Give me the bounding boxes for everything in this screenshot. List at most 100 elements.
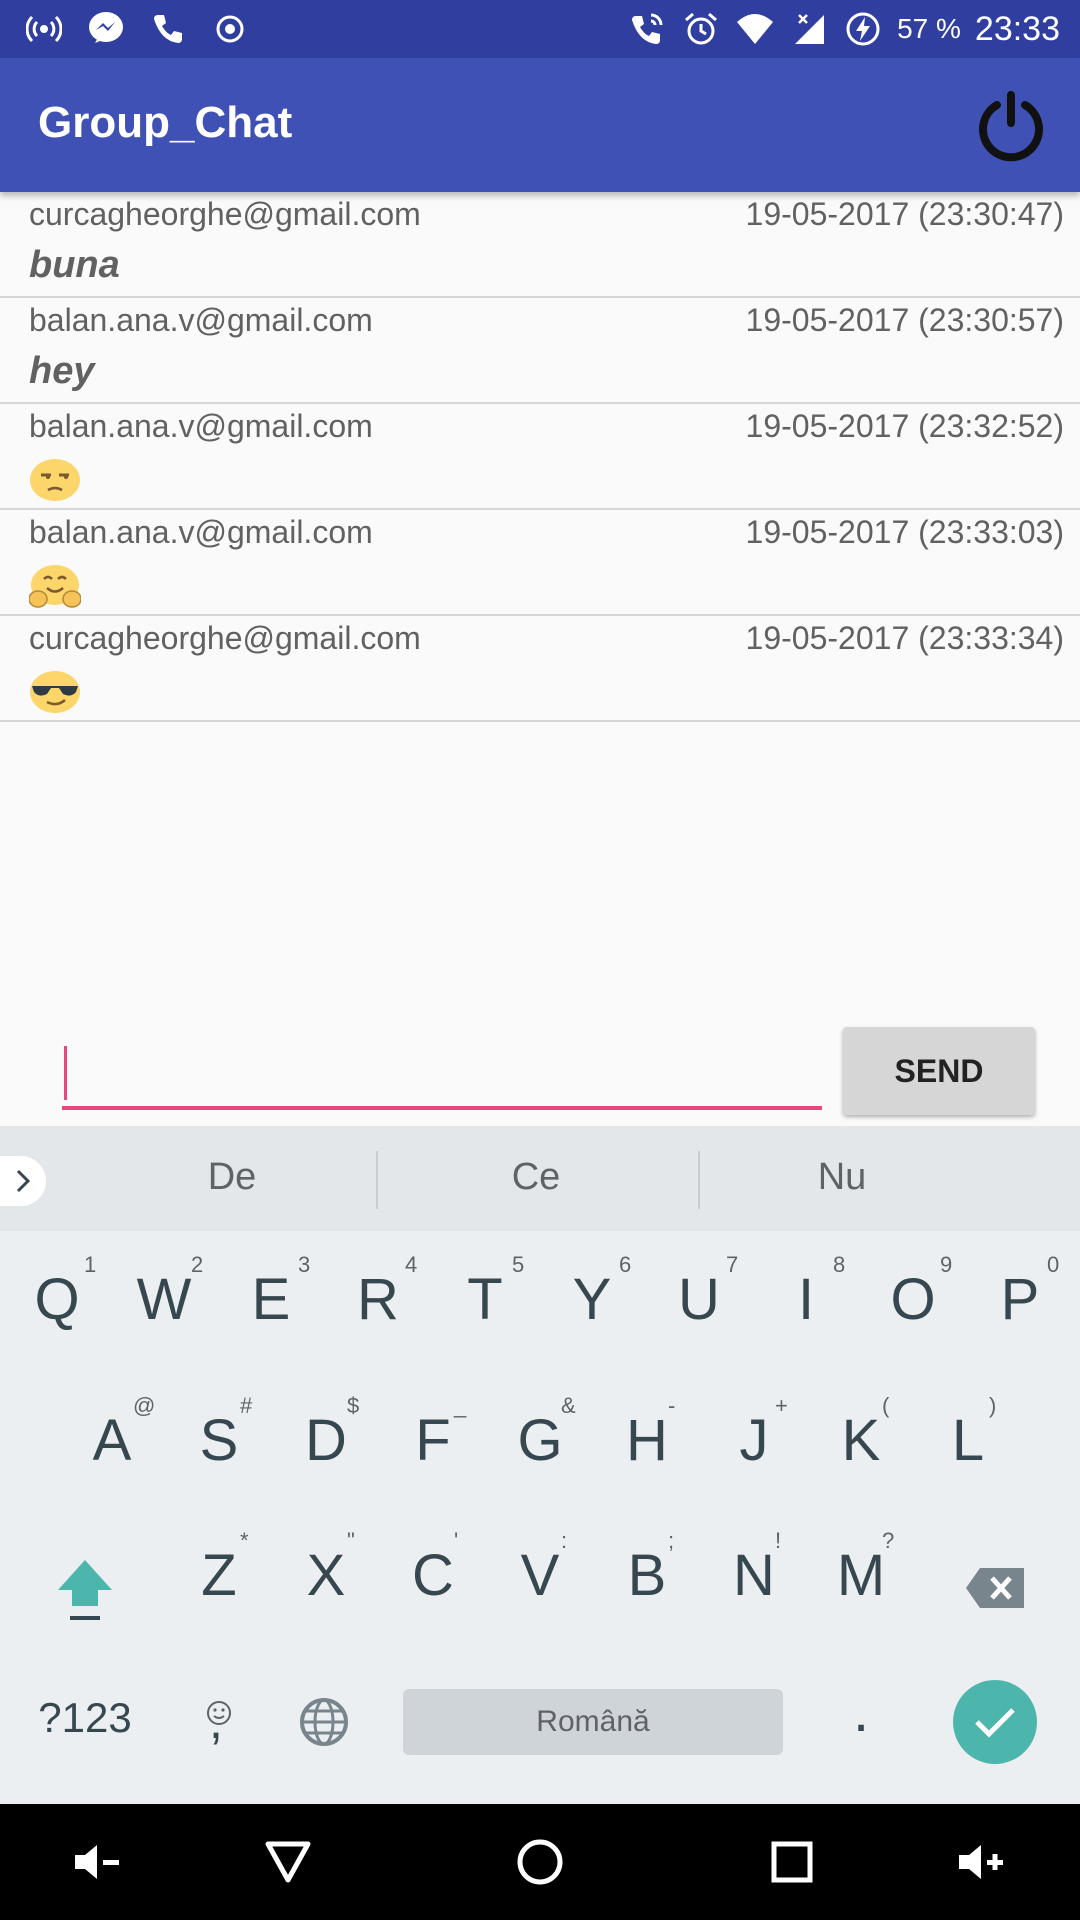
checkmark-icon [975,1708,1015,1738]
wifi-call-icon [627,9,667,49]
volume-down-button[interactable] [68,1832,128,1892]
message-item[interactable]: balan.ana.v@gmail.com 19-05-2017 (23:33:… [0,510,1080,616]
key-label: I [797,1267,815,1332]
key-v[interactable]: V: [505,1528,575,1609]
message-item[interactable]: curcagheorghe@gmail.com 19-05-2017 (23:3… [0,192,1080,298]
key-y[interactable]: Y6 [557,1252,632,1333]
comma-key[interactable]: , [195,1674,243,1754]
message-text: hey [29,350,95,392]
key-label: C [412,1543,454,1608]
key-label: W [136,1267,192,1332]
key-label: Z [201,1543,237,1608]
key-label: E [251,1267,291,1332]
suggestion-1[interactable]: De [132,1156,332,1199]
key-hint: _ [454,1393,467,1418]
recents-button[interactable] [762,1832,822,1892]
phone-icon [148,9,188,49]
key-p[interactable]: P0 [985,1252,1060,1333]
key-d[interactable]: D $ [291,1393,361,1474]
message-sender: balan.ana.v@gmail.com [29,408,373,444]
hugging-face-icon [29,565,81,608]
volume-down-icon [75,1845,119,1879]
key-b[interactable]: B; [612,1528,682,1609]
hotspot-icon [24,9,64,49]
message-sender: balan.ana.v@gmail.com [29,514,373,550]
key-hint: ) [989,1393,997,1418]
key-i[interactable]: I8 [771,1252,845,1333]
back-button[interactable] [258,1832,318,1892]
key-hint: + [775,1393,788,1418]
message-item[interactable]: balan.ana.v@gmail.com 19-05-2017 (23:32:… [0,404,1080,510]
suggestion-2[interactable]: Ce [436,1156,636,1199]
key-label: Y [572,1267,612,1332]
period-key[interactable]: . [846,1678,876,1745]
message-sender: balan.ana.v@gmail.com [29,302,373,338]
key-hint: 2 [191,1252,204,1277]
globe-icon [300,1698,348,1746]
chevron-right-icon [16,1169,31,1193]
shift-key[interactable] [54,1556,116,1627]
back-icon [265,1841,311,1883]
message-timestamp: 19-05-2017 (23:32:52) [745,408,1064,444]
key-t[interactable]: T5 [450,1252,524,1333]
key-e[interactable]: E3 [236,1252,311,1333]
key-label: A [92,1408,132,1473]
navigation-bar [0,1804,1080,1920]
backspace-key[interactable] [964,1566,1026,1615]
logout-button[interactable] [966,82,1056,172]
key-r[interactable]: R4 [343,1252,417,1333]
volume-up-button[interactable] [952,1832,1012,1892]
message-timestamp: 19-05-2017 (23:30:57) [745,302,1064,338]
signal-icon [789,9,829,49]
key-hint: # [240,1393,253,1418]
volume-up-icon [959,1845,1003,1879]
key-h[interactable]: H- [612,1393,682,1474]
key-hint: 7 [726,1252,739,1277]
enter-key[interactable] [953,1680,1037,1764]
key-j[interactable]: J + [719,1393,789,1474]
space-key[interactable]: Română [403,1689,783,1755]
key-label: U [678,1267,720,1332]
suggestion-bar: De Ce Nu [0,1126,1080,1231]
key-m[interactable]: M? [826,1528,896,1609]
key-label: V [520,1543,560,1608]
suggestion-3[interactable]: Nu [742,1156,942,1199]
key-n[interactable]: N! [719,1528,789,1609]
key-hint: ? [882,1528,895,1553]
key-hint: ! [775,1528,782,1553]
key-f[interactable]: F _ [398,1393,468,1474]
message-item[interactable]: curcagheorghe@gmail.com 19-05-2017 (23:3… [0,616,1080,722]
key-o[interactable]: O9 [878,1252,952,1333]
message-item[interactable]: balan.ana.v@gmail.com 19-05-2017 (23:30:… [0,298,1080,404]
key-hint: ; [668,1528,675,1553]
key-hint: 8 [833,1252,846,1277]
key-z[interactable]: Z * [184,1528,254,1609]
language-key[interactable] [298,1696,350,1753]
key-x[interactable]: X " [291,1528,361,1609]
key-w[interactable]: W2 [129,1252,204,1333]
record-icon [210,9,250,49]
key-s[interactable]: S # [184,1393,254,1474]
send-button[interactable]: SEND [843,1027,1035,1115]
expand-suggestions-button[interactable] [0,1156,46,1206]
key-q[interactable]: Q1 [22,1252,96,1333]
home-icon [517,1839,563,1885]
page-title: Group_Chat [38,98,293,147]
symbols-key[interactable]: ?123 [30,1694,140,1742]
home-button[interactable] [510,1832,570,1892]
battery-charging-icon [843,9,883,49]
key-g[interactable]: G & [505,1393,575,1474]
key-u[interactable]: U7 [664,1252,738,1333]
key-hint: 3 [298,1252,311,1277]
message-list[interactable]: curcagheorghe@gmail.com 19-05-2017 (23:3… [0,192,1080,722]
key-a[interactable]: A @ [77,1393,156,1474]
message-input[interactable] [62,1040,822,1110]
wifi-icon [735,9,775,49]
key-label: G [517,1408,563,1473]
message-timestamp: 19-05-2017 (23:33:34) [745,620,1064,656]
key-l[interactable]: L) [933,1393,1003,1474]
key-hint: & [561,1393,576,1418]
key-k[interactable]: K( [826,1393,896,1474]
key-c[interactable]: C ' [398,1528,468,1609]
key-label: X [306,1543,346,1608]
